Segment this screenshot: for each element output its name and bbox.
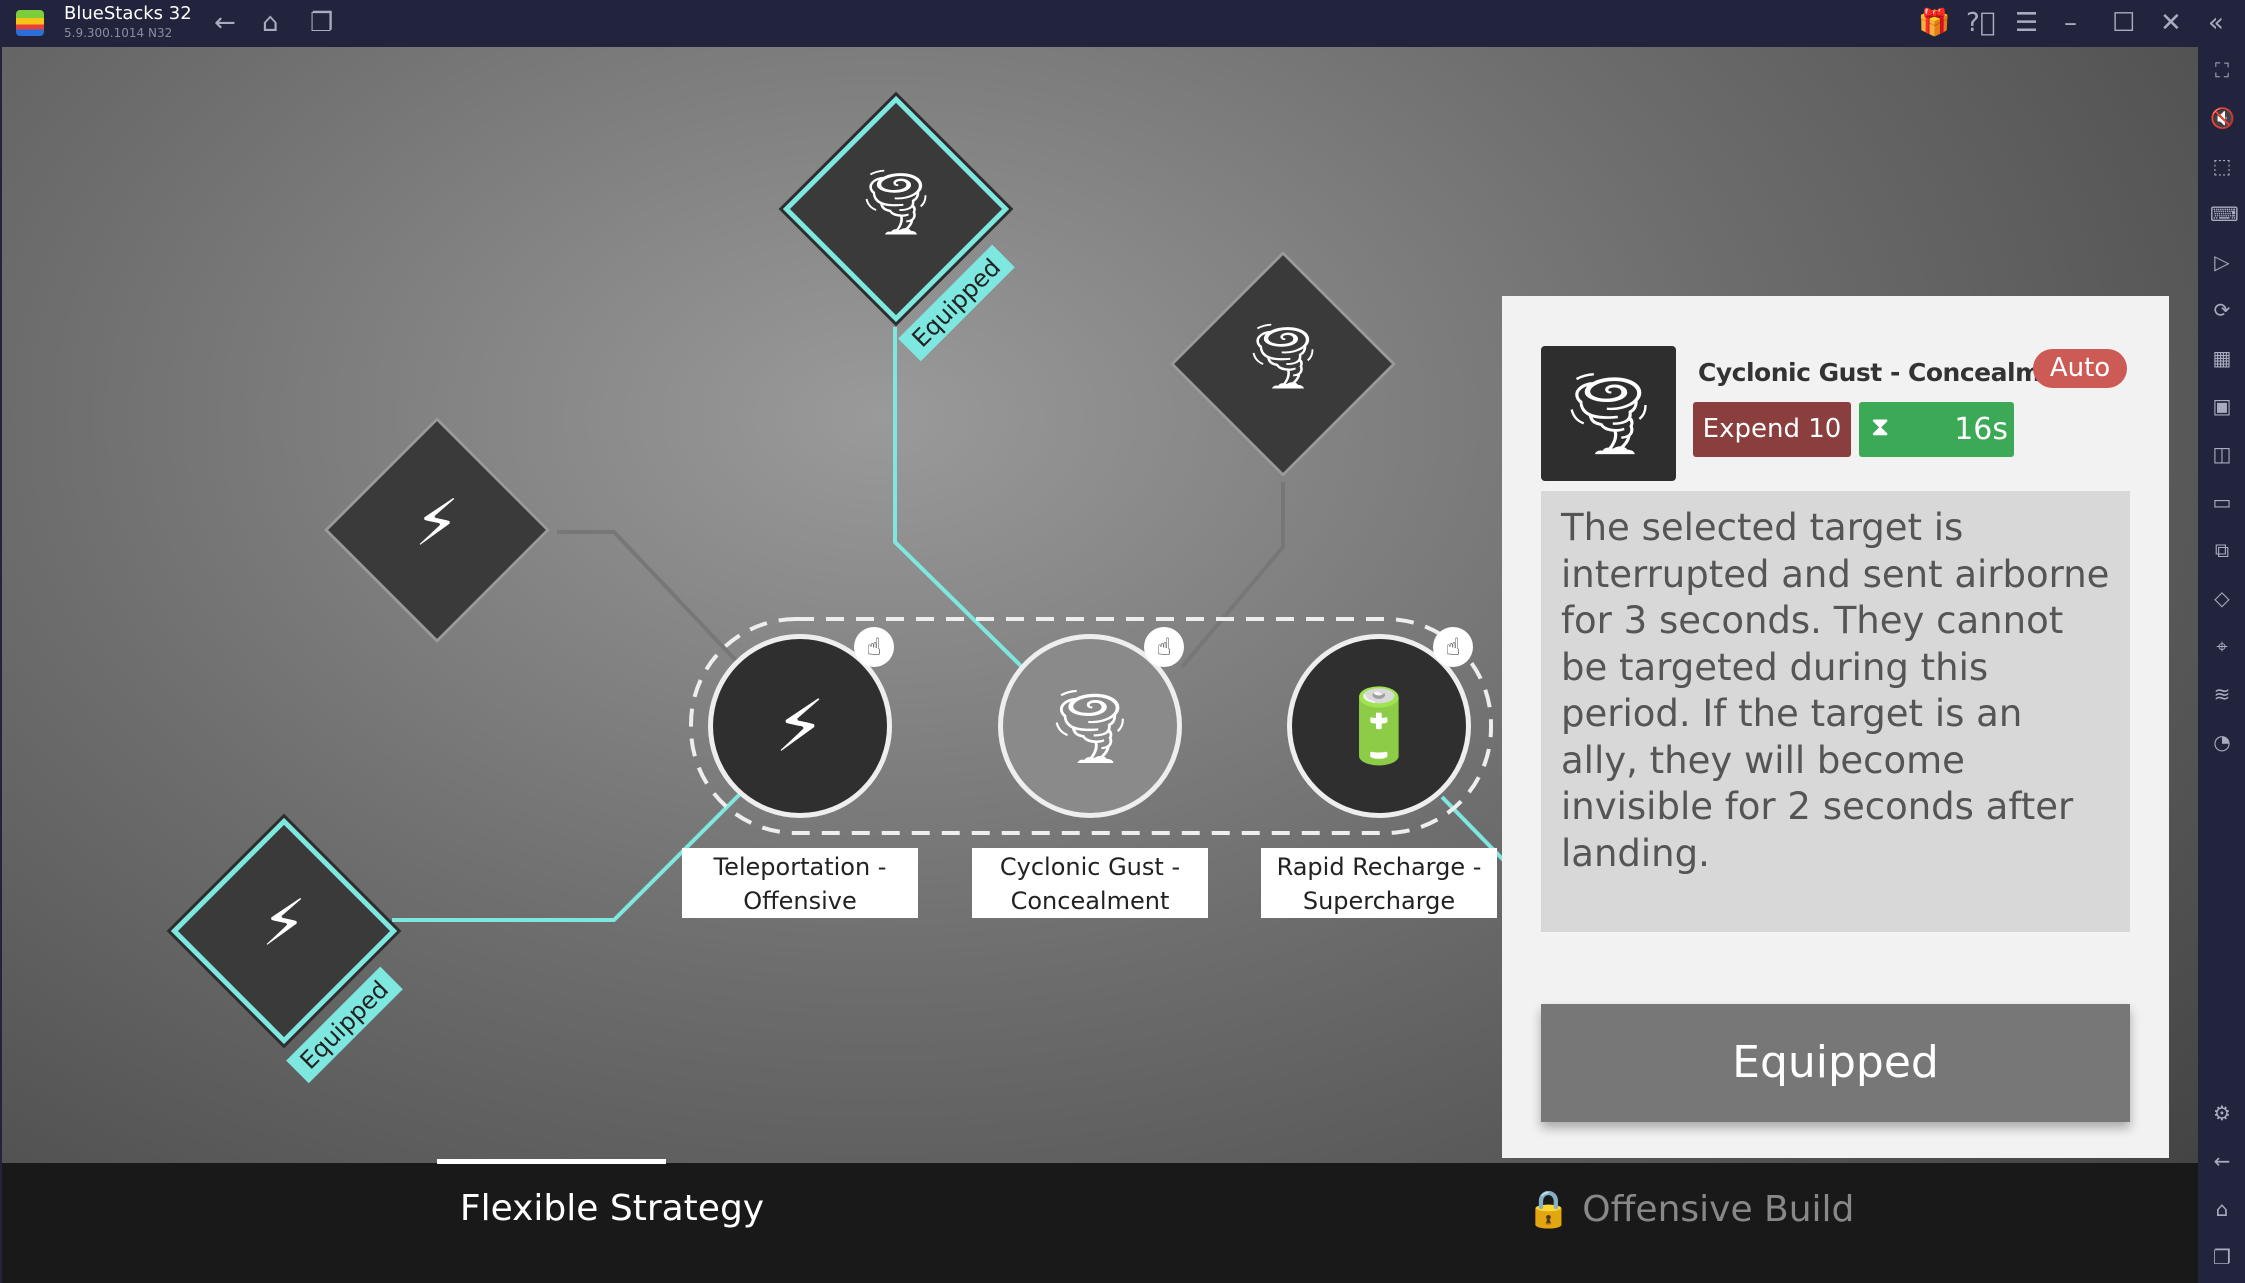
recents-icon[interactable]: ❐ <box>2210 1245 2234 1269</box>
tornado-spiral-icon: 🌪 <box>1242 320 1324 394</box>
lock-icon: 🔒 <box>1526 1189 1571 1230</box>
collapse-sidebar-icon[interactable]: « <box>2208 8 2224 38</box>
option-label: Cyclonic Gust - Concealment <box>972 848 1208 918</box>
pointer-icon[interactable]: ⬚ <box>2210 154 2234 178</box>
option-label: Teleportation - Offensive <box>682 848 918 918</box>
connection-line <box>893 327 1024 669</box>
eco-icon[interactable]: ◇ <box>2210 586 2234 610</box>
right-toolbar: ⛶ 🔇 ⬚ ⌨ ▷ ⟳ ▦ ▣ ◫ ▭ ⧉ ◇ ⌖ ≋ ◔ ⚙ ← ⌂ ❐ <box>2198 47 2245 1283</box>
skill-icon: 🌪 <box>1541 346 1676 481</box>
auto-badge: Auto <box>2033 349 2127 388</box>
option-label: Rapid Recharge - Supercharge <box>1261 848 1497 918</box>
home-icon[interactable]: ⌂ <box>262 8 279 38</box>
tab-active-indicator <box>437 1159 666 1164</box>
performance-icon[interactable]: ◔ <box>2210 730 2234 754</box>
location-icon[interactable]: ⌖ <box>2210 634 2234 658</box>
teleport-icon: ⚡ <box>261 887 307 961</box>
maximize-icon[interactable]: ☐ <box>2112 8 2135 38</box>
connection-line <box>557 530 744 669</box>
title-bar: BlueStacks 32 5.9.300.1014 N32 ← ⌂ ❐ 🎁 ?… <box>0 0 2245 47</box>
fullscreen-icon[interactable]: ⛶ <box>2210 58 2234 82</box>
game-screen: 🌪 Equipped 🌪 ⚡ ⚡ Equipped ⚡ ☝ Teleportat… <box>2 47 2198 1283</box>
tab-offensive-build[interactable]: 🔒 Offensive Build <box>1526 1188 1854 1230</box>
menu-icon[interactable]: ☰ <box>2015 8 2038 38</box>
minimize-icon[interactable]: – <box>2064 8 2077 38</box>
app-version: 5.9.300.1014 N32 <box>64 26 173 40</box>
teleport-snow-icon: ⚡ <box>414 487 460 561</box>
hourglass-icon: ⧗ <box>1871 412 1890 442</box>
resize-icon[interactable]: ⧉ <box>2210 538 2234 562</box>
record-icon[interactable]: ▷ <box>2210 250 2234 274</box>
folder-icon[interactable]: ▭ <box>2210 490 2234 514</box>
close-icon[interactable]: ✕ <box>2160 8 2182 38</box>
screenshot-icon[interactable]: ◫ <box>2210 442 2234 466</box>
tornado-icon: 🌪 <box>855 166 937 240</box>
tap-hand-icon: ☝ <box>854 627 894 667</box>
cooldown-value: 16s <box>1954 412 2008 447</box>
cost-badge: Expend 10 <box>1693 402 1851 457</box>
keyboard-icon[interactable]: ⌨ <box>2210 202 2239 226</box>
back-icon[interactable]: ← <box>2210 1149 2234 1173</box>
rotate-icon[interactable]: ⟳ <box>2210 298 2234 322</box>
tap-hand-icon: ☝ <box>1433 627 1473 667</box>
multi-instance-icon[interactable]: ❐ <box>310 8 333 38</box>
gift-icon[interactable]: 🎁 <box>1918 8 1950 38</box>
tap-hand-icon: ☝ <box>1144 627 1184 667</box>
skill-description: The selected target is interrupted and s… <box>1541 491 2130 932</box>
volume-icon[interactable]: 🔇 <box>2210 106 2235 130</box>
bluestacks-logo <box>16 10 44 36</box>
apk-icon[interactable]: ▣ <box>2210 394 2234 418</box>
home-icon[interactable]: ⌂ <box>2210 1197 2234 1221</box>
tab-flexible-strategy[interactable]: Flexible Strategy <box>412 1188 812 1229</box>
macro-icon[interactable]: ▦ <box>2210 346 2234 370</box>
app-name: BlueStacks 32 <box>64 3 192 24</box>
connection-line <box>1180 482 1285 669</box>
layers-icon[interactable]: ≋ <box>2210 682 2234 706</box>
back-icon[interactable]: ← <box>214 8 236 38</box>
settings-icon[interactable]: ⚙ <box>2210 1101 2234 1125</box>
skill-detail-panel: 🌪 Cyclonic Gust - Concealment Auto Expen… <box>1502 296 2169 1158</box>
help-icon[interactable]: ?⃝ <box>1966 8 1995 38</box>
build-tabs: Flexible Strategy 🔒 Offensive Build <box>2 1159 2198 1283</box>
skill-title: Cyclonic Gust - Concealment <box>1698 358 2086 387</box>
equipped-button[interactable]: Equipped <box>1541 1004 2130 1122</box>
cooldown-badge: ⧗ 16s <box>1859 402 2014 457</box>
tab-label: Offensive Build <box>1582 1189 1855 1230</box>
